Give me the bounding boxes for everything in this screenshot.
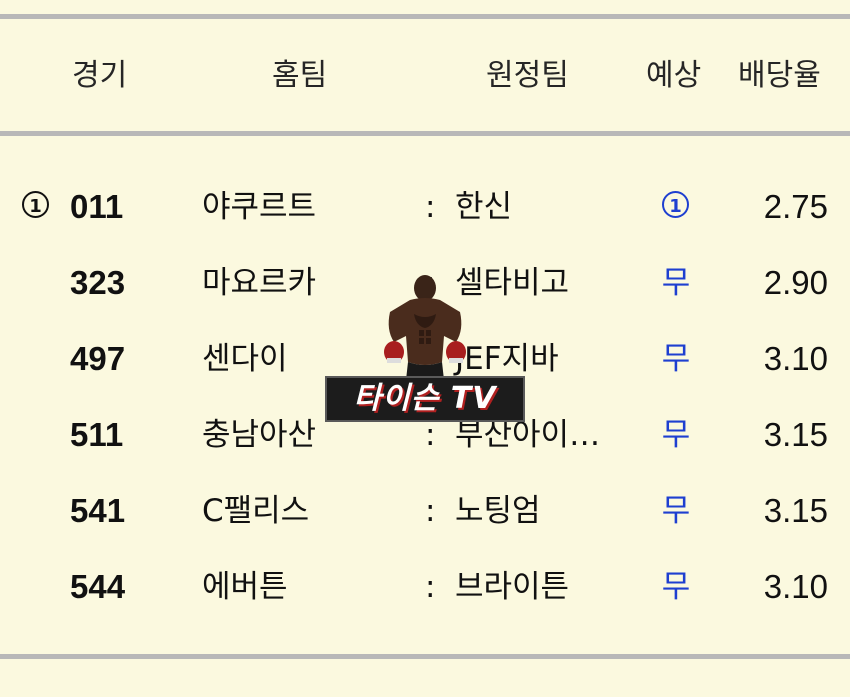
row-prediction: 무 (661, 569, 691, 605)
row-circled-number-icon: 1 (22, 191, 49, 218)
row-game-number: 011 (70, 188, 124, 225)
row-prediction: 무 (661, 265, 691, 301)
row-odds: 3.15 (763, 416, 828, 453)
table-row: 544 에버튼 : 브라이튼 무 3.10 (0, 559, 850, 615)
row-home-team: 센다이 (202, 341, 288, 377)
row-odds: 3.15 (763, 492, 828, 529)
row-game-number: 497 (70, 340, 126, 377)
header-away-team: 원정팀 (486, 58, 569, 93)
row-home-team: 야쿠르트 (202, 189, 317, 225)
row-odds: 3.10 (763, 340, 828, 377)
row-game-number: 323 (70, 264, 126, 301)
row-game-number: 541 (70, 492, 126, 529)
watermark: 타이슨 TV (325, 270, 525, 430)
bottom-divider (0, 654, 850, 659)
header-home-team: 홈팀 (272, 58, 328, 93)
row-away-team: 한신 (455, 189, 513, 225)
row-home-team: 충남아산 (202, 417, 317, 453)
row-separator: : (425, 189, 436, 225)
watermark-label: 타이슨 TV (325, 376, 525, 422)
row-separator: : (425, 493, 436, 529)
header-odds: 배당율 (738, 58, 821, 93)
table-row: 1 011 야쿠르트 : 한신 1 2.75 (0, 179, 850, 235)
header-prediction: 예상 (646, 58, 702, 93)
row-prediction: 무 (661, 341, 691, 377)
header-game: 경기 (72, 58, 128, 93)
row-odds: 2.75 (763, 188, 828, 225)
row-odds: 2.90 (763, 264, 828, 301)
boxer-icon (384, 275, 466, 380)
row-home-team: C팰리스 (202, 493, 310, 529)
header-divider (0, 131, 850, 136)
row-prediction: 1 (662, 191, 689, 218)
row-away-team: 브라이튼 (455, 569, 570, 605)
row-home-team: 에버튼 (202, 569, 288, 605)
top-divider (0, 14, 850, 19)
row-prediction: 무 (661, 493, 691, 529)
row-away-team: 노팅엄 (455, 493, 541, 529)
row-separator: : (425, 569, 436, 605)
row-home-team: 마요르카 (202, 265, 317, 301)
table-row: 541 C팰리스 : 노팅엄 무 3.15 (0, 483, 850, 539)
row-game-number: 511 (70, 416, 124, 453)
row-game-number: 544 (70, 568, 126, 605)
row-prediction: 무 (661, 417, 691, 453)
row-odds: 3.10 (763, 568, 828, 605)
